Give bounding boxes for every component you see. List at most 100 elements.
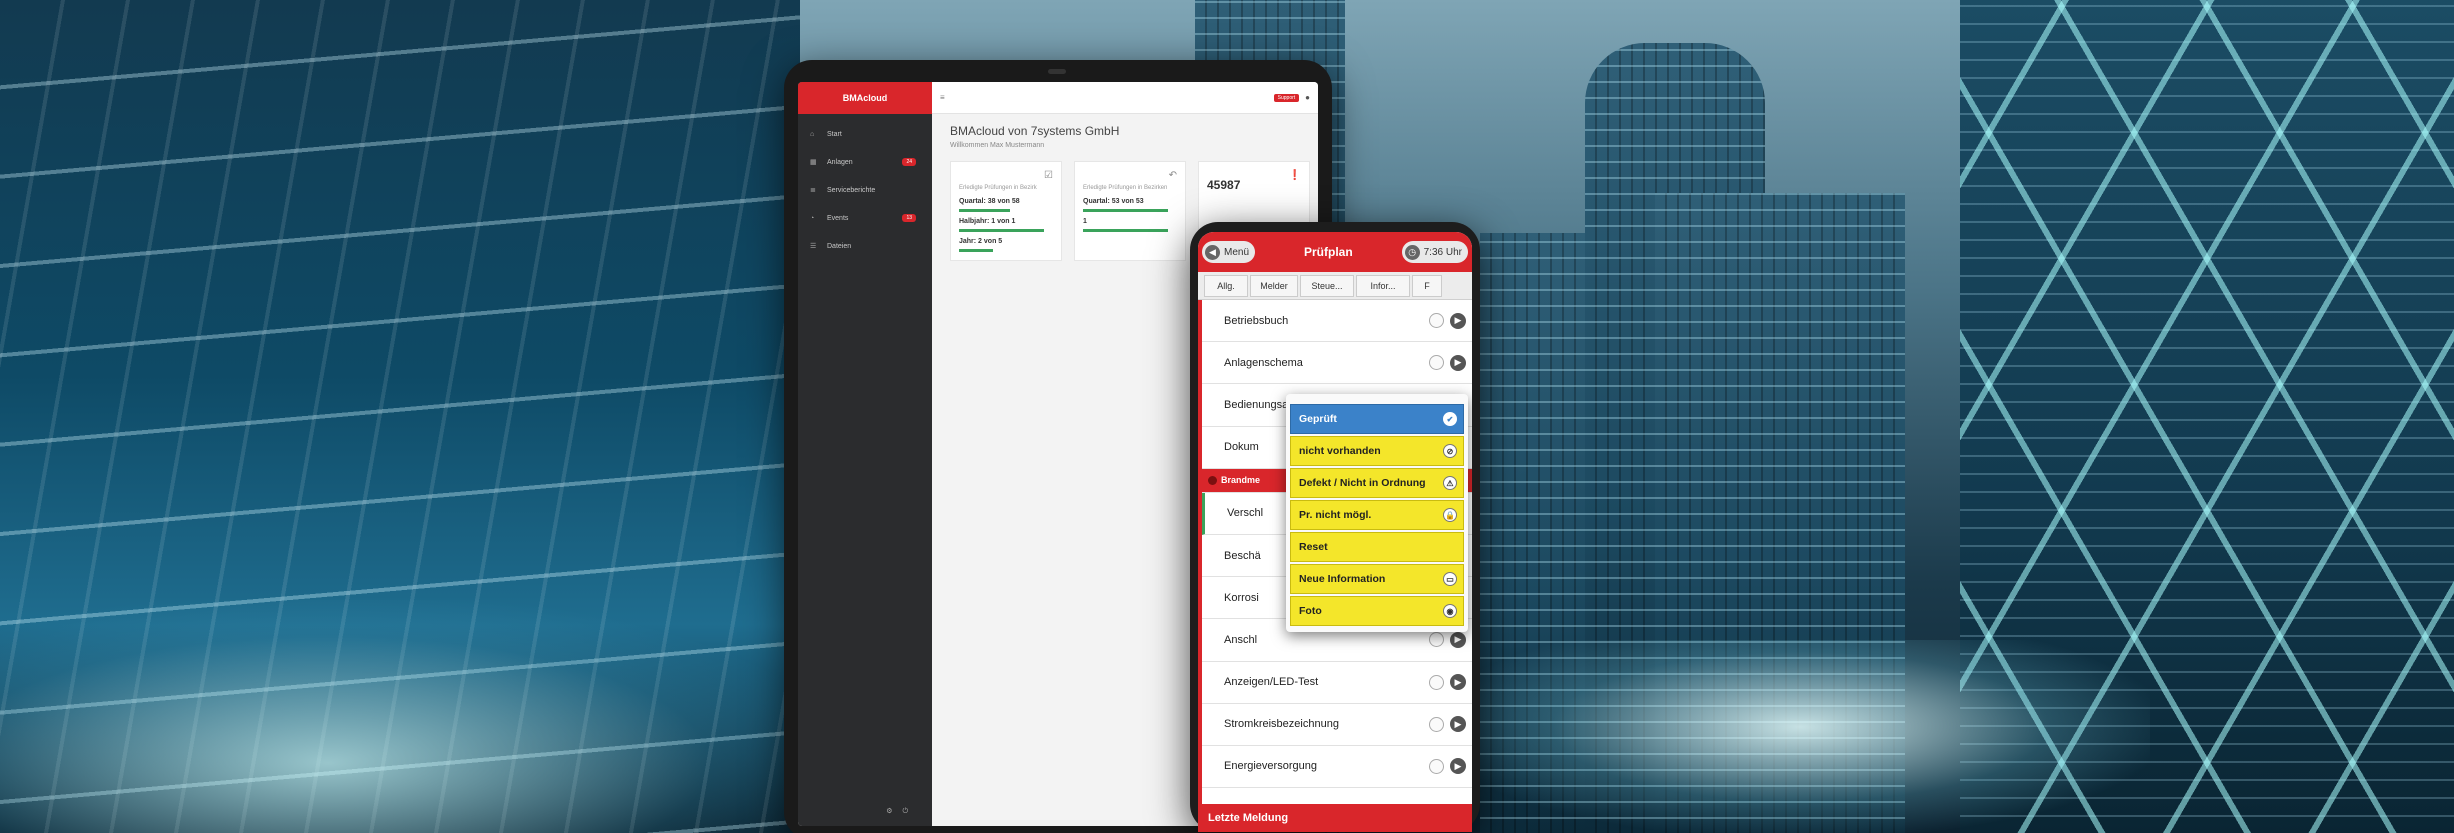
phone-device: ◀ Menü Prüfplan ◷ 7:36 Uhr Allg. Melder St… (1190, 222, 1480, 832)
item-label: Korrosi (1224, 591, 1259, 604)
option-reset[interactable]: Reset (1290, 532, 1464, 562)
status-radio[interactable] (1429, 758, 1444, 774)
stats-card-1[interactable]: ☑ Erledigte Prüfungen in Bezirk Quartal:… (950, 161, 1062, 262)
status-radio[interactable] (1429, 632, 1444, 648)
status-popup-menu: Geprüft ✔ nicht vorhanden ⊘ Defekt / Nicht… (1286, 394, 1468, 632)
option-label: Foto (1299, 605, 1322, 617)
sidebar-item-start[interactable]: ⌂ Start (798, 120, 932, 148)
option-geprueft[interactable]: Geprüft ✔ (1290, 404, 1464, 434)
time-button[interactable]: ◷ 7:36 Uhr (1401, 241, 1468, 263)
list-item[interactable]: Betriebsbuch ▶ (1202, 300, 1472, 343)
report-icon: ≣ (810, 187, 816, 194)
topbar-right: Support ● (1273, 93, 1310, 102)
option-label: Neue Information (1299, 573, 1386, 585)
tablet-camera (1048, 69, 1066, 74)
count-badge: 24 (902, 158, 916, 166)
card-row: Halbjahr: 1 von 1 (959, 218, 1016, 226)
card-label: Erledigte Prüfungen in Bezirken (1083, 185, 1168, 191)
message-icon: ▭ (1443, 572, 1457, 586)
sidebar-nav: ⌂ Start ▦ Anlagen 24 ≣ Serviceberichte ◔ Even… (798, 114, 932, 260)
item-label: Anzeigen/LED-Test (1224, 676, 1319, 689)
chevron-right-icon[interactable]: ▶ (1450, 716, 1466, 733)
sidebar-item-serviceberichte[interactable]: ≣ Serviceberichte (798, 176, 932, 204)
home-icon: ⌂ (810, 130, 815, 138)
phone-screen: ◀ Menü Prüfplan ◷ 7:36 Uhr Allg. Melder St… (1198, 232, 1472, 832)
option-nicht-vorhanden[interactable]: nicht vorhanden ⊘ (1290, 436, 1464, 466)
tab-bar: Allg. Melder Steue... Infor... F (1198, 272, 1472, 300)
file-icon: ☰ (810, 243, 817, 250)
menu-label: Menü (1224, 246, 1250, 258)
option-label: Defekt / Nicht in Ordnung (1299, 477, 1426, 489)
item-label: Dokum (1224, 441, 1259, 454)
stats-card-2[interactable]: ↶ Erledigte Prüfungen in Bezirken Quarta… (1074, 161, 1186, 262)
phone-header: ◀ Menü Prüfplan ◷ 7:36 Uhr (1198, 232, 1472, 272)
not-available-icon: ⊘ (1443, 444, 1457, 458)
sidebar-item-label: Events (827, 214, 849, 222)
building-icon: ▦ (810, 159, 817, 166)
sidebar-item-label: Anlagen (827, 158, 853, 166)
list-item[interactable]: Anlagenschema ▶ (1202, 342, 1472, 385)
chevron-right-icon[interactable]: ▶ (1450, 674, 1466, 691)
tab-melder[interactable]: Melder (1250, 274, 1298, 297)
sidebar-item-anlagen[interactable]: ▦ Anlagen 24 (798, 148, 932, 176)
page-title: BMAcloud von 7systems GmbH (950, 124, 1120, 138)
sidebar-footer-icons[interactable]: ⚙⏻ (886, 807, 918, 816)
card-row: Quartal: 53 von 53 (1083, 198, 1144, 206)
tab-allg[interactable]: Allg. (1204, 274, 1248, 297)
time-label: 7:36 Uhr (1423, 246, 1462, 258)
chevron-right-icon[interactable]: ▶ (1450, 312, 1466, 329)
chevron-right-icon[interactable]: ▶ (1450, 354, 1466, 371)
item-label: Anlagenschema (1224, 356, 1303, 369)
tab-information[interactable]: Infor... (1356, 274, 1410, 297)
support-button[interactable]: Support (1273, 93, 1300, 102)
progress-bar (1083, 229, 1168, 233)
user-icon[interactable]: ● (1305, 93, 1310, 102)
progress-bar (959, 209, 1010, 213)
chevron-right-icon[interactable]: ▶ (1450, 631, 1466, 648)
card-row: Jahr: 2 von 5 (959, 238, 1003, 246)
progress-bar (959, 229, 1044, 233)
camera-icon: ◉ (1443, 604, 1457, 618)
menu-button[interactable]: ◀ Menü (1202, 241, 1256, 263)
list-item[interactable]: Anzeigen/LED-Test ▶ (1202, 662, 1472, 704)
sidebar-item-label: Start (827, 130, 842, 138)
brand-logo[interactable]: BMAcloud (798, 82, 932, 114)
hamburger-icon[interactable]: ≡ (940, 93, 945, 102)
group-dot-icon (1208, 475, 1217, 485)
status-radio[interactable] (1429, 716, 1444, 732)
sidebar-item-events[interactable]: ◔ Events 13 (798, 204, 932, 232)
tab-steuerung[interactable]: Steue... (1300, 274, 1354, 297)
check-icon: ☑ (1044, 170, 1053, 181)
list-item[interactable]: Energieversorgung ▶ (1202, 746, 1472, 789)
count-badge: 13 (902, 214, 916, 222)
option-neue-information[interactable]: Neue Information ▭ (1290, 564, 1464, 594)
reply-icon: ↶ (1168, 170, 1177, 181)
last-message-bar[interactable]: Letzte Meldung (1198, 804, 1472, 832)
option-label: Reset (1299, 541, 1328, 553)
status-radio[interactable] (1429, 313, 1444, 329)
card-number: 45987 (1207, 178, 1241, 192)
ground-glow-left (0, 600, 820, 833)
option-foto[interactable]: Foto ◉ (1290, 596, 1464, 626)
option-pruefung-nicht-moeglich[interactable]: Pr. nicht mögl. 🔒 (1290, 500, 1464, 530)
ground-glow-right (1450, 640, 2150, 833)
lock-icon: 🔒 (1443, 508, 1457, 522)
sidebar: BMAcloud ⌂ Start ▦ Anlagen 24 ≣ Serviceberic… (798, 82, 932, 826)
option-label: nicht vorhanden (1299, 445, 1381, 457)
tab-f[interactable]: F (1412, 274, 1442, 297)
page-subtitle: Willkommen Max Mustermann (950, 142, 1045, 149)
chevron-right-icon[interactable]: ▶ (1450, 758, 1466, 775)
clock-icon: ◷ (1404, 244, 1420, 260)
back-arrow-icon: ◀ (1205, 244, 1220, 260)
bell-icon: ◔ (810, 214, 815, 222)
option-defekt[interactable]: Defekt / Nicht in Ordnung ⚠ (1290, 468, 1464, 498)
list-item[interactable]: Stromkreisbezeichnung ▶ (1202, 704, 1472, 746)
status-radio[interactable] (1429, 674, 1444, 690)
status-radio[interactable] (1429, 355, 1444, 371)
alert-icon: ❗ (1288, 170, 1301, 181)
sidebar-item-label: Dateien (827, 242, 852, 250)
progress-bar (1083, 209, 1168, 213)
sidebar-item-label: Serviceberichte (827, 186, 876, 194)
option-label: Pr. nicht mögl. (1299, 509, 1372, 521)
sidebar-item-dateien[interactable]: ☰ Dateien (798, 232, 932, 260)
